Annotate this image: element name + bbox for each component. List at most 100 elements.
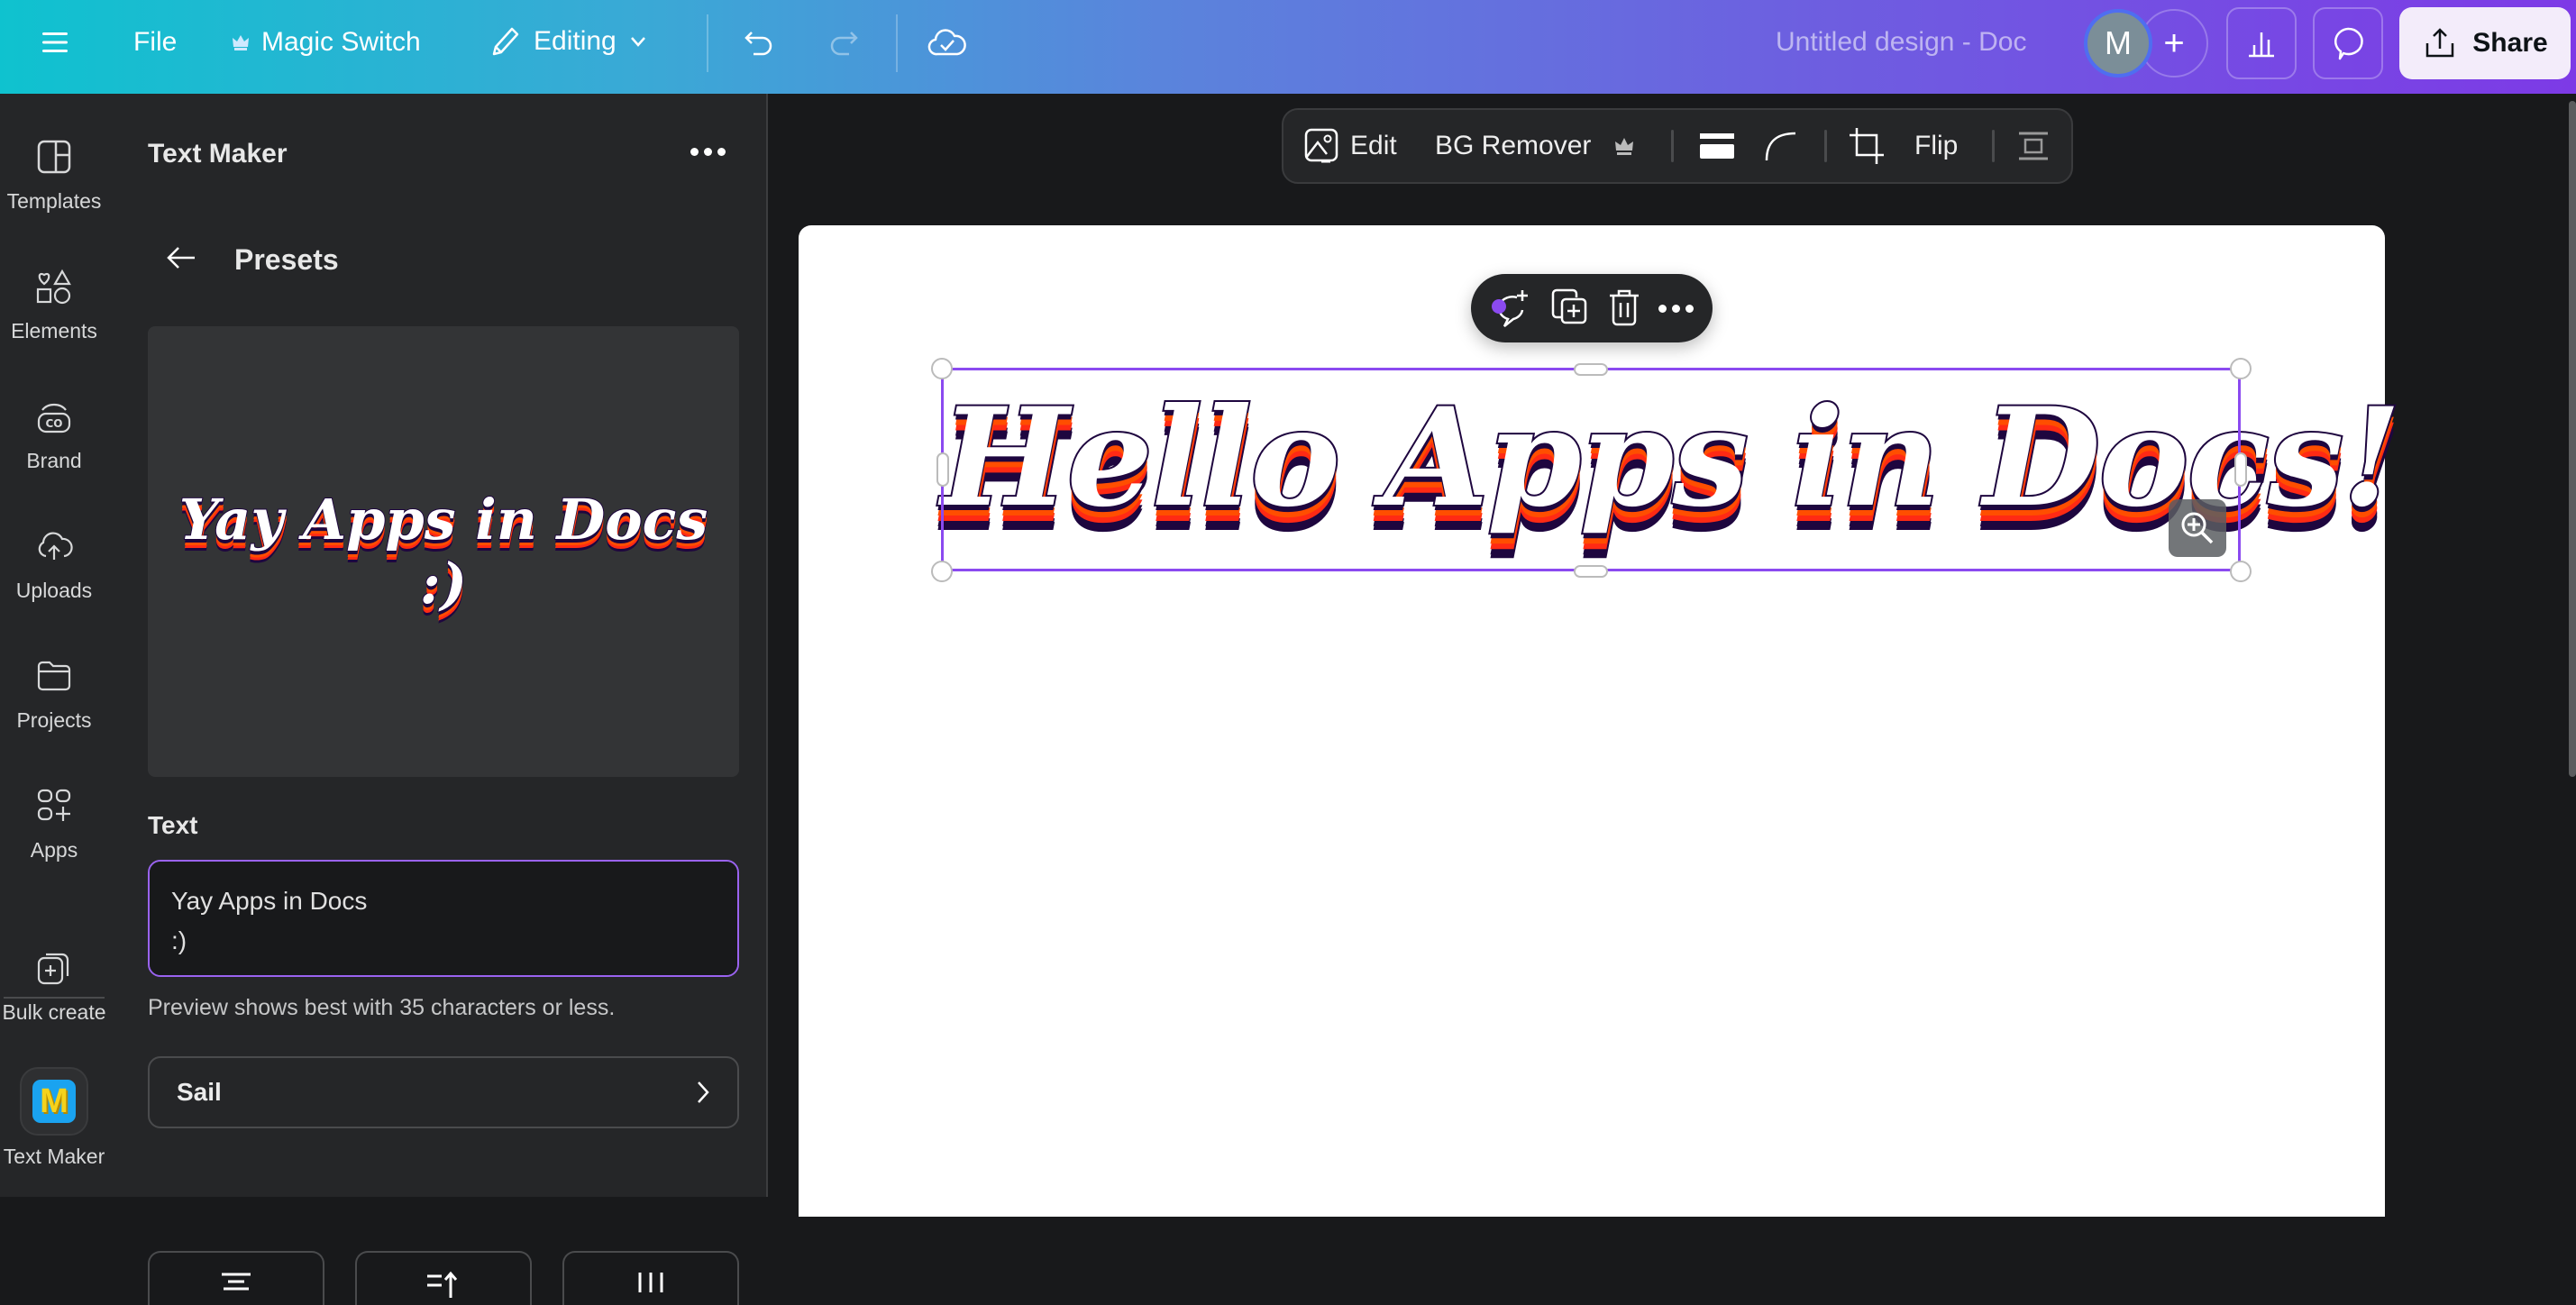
corner-rounding-button[interactable] bbox=[1763, 128, 1799, 164]
trash-icon bbox=[1609, 289, 1639, 325]
avatar-initial: M bbox=[2105, 24, 2132, 61]
crown-icon bbox=[1615, 138, 1634, 155]
main-menu-button[interactable] bbox=[40, 27, 70, 58]
resize-handle-left[interactable] bbox=[936, 452, 949, 487]
share-button[interactable]: Share bbox=[2399, 7, 2571, 79]
undo-button[interactable] bbox=[739, 25, 779, 65]
resize-handle-top-right[interactable] bbox=[2230, 358, 2252, 379]
zoom-in-icon bbox=[2181, 512, 2214, 544]
rail-item-text-maker[interactable]: M Text Maker bbox=[0, 1067, 108, 1169]
insights-button[interactable] bbox=[2226, 7, 2297, 79]
dot bbox=[1685, 304, 1694, 313]
rail-item-bulk-create[interactable]: Bulk create bbox=[0, 946, 108, 1025]
document-title[interactable]: Untitled design - Doc bbox=[1776, 27, 2026, 58]
letter-spacing-button[interactable] bbox=[562, 1251, 739, 1305]
editing-mode-dropdown[interactable]: Editing bbox=[487, 23, 649, 59]
share-label: Share bbox=[2472, 28, 2548, 58]
resize-handle-right[interactable] bbox=[2234, 452, 2247, 487]
hamburger-icon bbox=[42, 32, 68, 52]
top-bar: File Magic Switch Editing Untitled desig… bbox=[0, 0, 2576, 94]
cloud-check-icon bbox=[927, 29, 966, 56]
text-maker-app-icon: M bbox=[32, 1080, 76, 1123]
pencil-icon bbox=[492, 27, 519, 56]
bulk-create-icon bbox=[32, 946, 76, 990]
preview-text: Yay Apps in Docs :) bbox=[178, 486, 709, 616]
text-input[interactable] bbox=[148, 860, 739, 977]
edit-image-button[interactable]: Edit bbox=[1303, 127, 1397, 165]
rail-label: Brand bbox=[26, 449, 82, 472]
user-avatar[interactable]: M bbox=[2084, 9, 2152, 78]
resize-handle-top-left[interactable] bbox=[931, 358, 953, 379]
letter-spacing-icon bbox=[638, 1273, 663, 1292]
position-button[interactable] bbox=[2015, 128, 2051, 164]
crop-button[interactable] bbox=[1848, 126, 1887, 166]
selection-box bbox=[941, 368, 2241, 571]
dot bbox=[1671, 304, 1680, 313]
edit-image-icon bbox=[1304, 128, 1338, 163]
rail-item-apps[interactable]: Apps bbox=[0, 784, 108, 862]
corner-rounding-icon bbox=[1765, 132, 1796, 161]
border-weight-icon bbox=[1700, 133, 1734, 159]
apps-icon bbox=[32, 784, 76, 827]
rail-label: Bulk create bbox=[2, 1000, 106, 1024]
rail-item-brand[interactable]: CO Brand bbox=[0, 395, 108, 473]
brand-icon: CO bbox=[32, 395, 76, 438]
svg-text:CO: CO bbox=[45, 417, 62, 430]
resize-handle-bottom[interactable] bbox=[1574, 565, 1608, 578]
edit-label: Edit bbox=[1350, 131, 1397, 160]
text-maker-app-tile: M bbox=[20, 1067, 88, 1136]
divider bbox=[896, 14, 898, 72]
divider bbox=[707, 14, 708, 72]
text-preview[interactable]: Yay Apps in Docs :) bbox=[148, 326, 739, 777]
chevron-right-icon bbox=[698, 1081, 709, 1103]
comment-add-icon bbox=[1492, 290, 1529, 327]
bg-remover-button[interactable]: BG Remover bbox=[1435, 131, 1636, 161]
resize-handle-bottom-right[interactable] bbox=[2230, 561, 2252, 582]
save-status-button[interactable] bbox=[927, 23, 968, 65]
rail-item-templates[interactable]: Templates bbox=[0, 135, 108, 214]
delete-button[interactable] bbox=[1606, 287, 1642, 331]
bg-remover-label: BG Remover bbox=[1435, 131, 1592, 160]
redo-button[interactable] bbox=[824, 25, 863, 65]
duplicate-button[interactable] bbox=[1549, 287, 1589, 331]
vertical-scrollbar[interactable] bbox=[2569, 101, 2576, 777]
cloud-upload-icon bbox=[32, 525, 76, 568]
font-selector[interactable]: Sail bbox=[148, 1056, 739, 1128]
rail-label: Elements bbox=[11, 319, 97, 342]
comments-button[interactable] bbox=[2313, 7, 2383, 79]
panel-title: Text Maker bbox=[148, 139, 288, 169]
divider bbox=[1992, 130, 1995, 162]
element-action-bar bbox=[1471, 274, 1713, 342]
comment-icon bbox=[2334, 27, 2363, 60]
rail-label: Templates bbox=[6, 189, 102, 213]
rail-item-uploads[interactable]: Uploads bbox=[0, 525, 108, 603]
line-spacing-button[interactable] bbox=[355, 1251, 532, 1305]
duplicate-icon bbox=[1552, 288, 1587, 324]
more-actions-button[interactable] bbox=[1658, 304, 1694, 313]
rail-item-projects[interactable]: Projects bbox=[0, 654, 108, 733]
dot bbox=[717, 147, 726, 156]
rail-item-elements[interactable]: Elements bbox=[0, 265, 108, 343]
chevron-down-icon bbox=[630, 37, 645, 47]
dot bbox=[704, 147, 712, 156]
back-button[interactable] bbox=[164, 240, 204, 276]
presets-heading: Presets bbox=[234, 243, 339, 276]
plus-icon: + bbox=[2163, 23, 2185, 63]
flip-button[interactable]: Flip bbox=[1914, 131, 1958, 161]
bar-chart-icon bbox=[2249, 32, 2274, 58]
more-options-button[interactable] bbox=[690, 141, 730, 162]
resize-handle-top[interactable] bbox=[1574, 363, 1608, 376]
context-toolbar: Edit BG Remover Flip bbox=[1282, 108, 2073, 184]
file-menu[interactable]: File bbox=[133, 27, 177, 58]
magic-switch-button[interactable]: Magic Switch bbox=[231, 27, 421, 58]
font-name: Sail bbox=[177, 1078, 222, 1106]
add-comment-button[interactable] bbox=[1490, 287, 1533, 330]
zoom-in-button[interactable] bbox=[2169, 499, 2226, 557]
border-style-button[interactable] bbox=[1698, 128, 1736, 164]
resize-handle-bottom-left[interactable] bbox=[931, 561, 953, 582]
redo-icon bbox=[830, 32, 858, 56]
text-align-button[interactable] bbox=[148, 1251, 324, 1305]
text-maker-panel: Text Maker Presets Yay Apps in Docs :) T… bbox=[108, 94, 768, 1305]
position-icon bbox=[2019, 132, 2048, 160]
templates-icon bbox=[32, 135, 76, 178]
